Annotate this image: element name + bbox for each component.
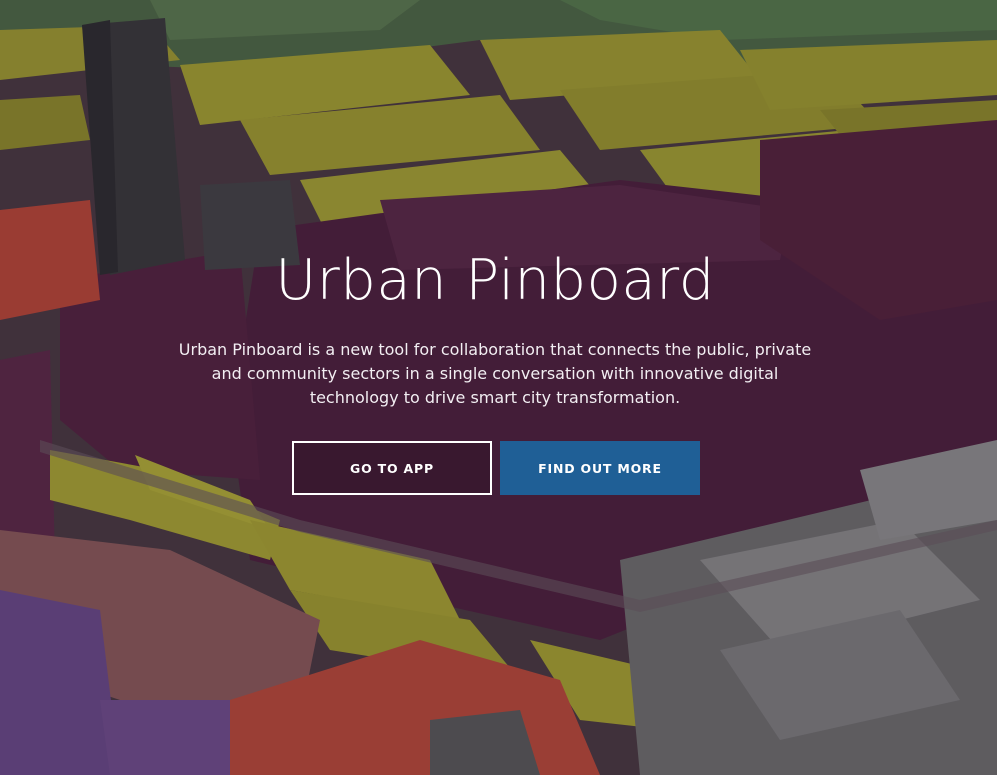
hero-description: Urban Pinboard is a new tool for collabo… (178, 340, 812, 407)
go-to-app-label: GO TO APP (350, 460, 434, 476)
page-title: Urban Pinboard (275, 248, 715, 313)
hero-content: Urban Pinboard Urban Pinboard is a new t… (0, 0, 997, 775)
go-to-app-button[interactable]: GO TO APP (292, 441, 492, 495)
hero-section: Urban Pinboard Urban Pinboard is a new t… (0, 0, 997, 775)
find-out-more-button[interactable]: FIND OUT MORE (500, 441, 700, 495)
find-out-more-label: FIND OUT MORE (538, 460, 662, 476)
